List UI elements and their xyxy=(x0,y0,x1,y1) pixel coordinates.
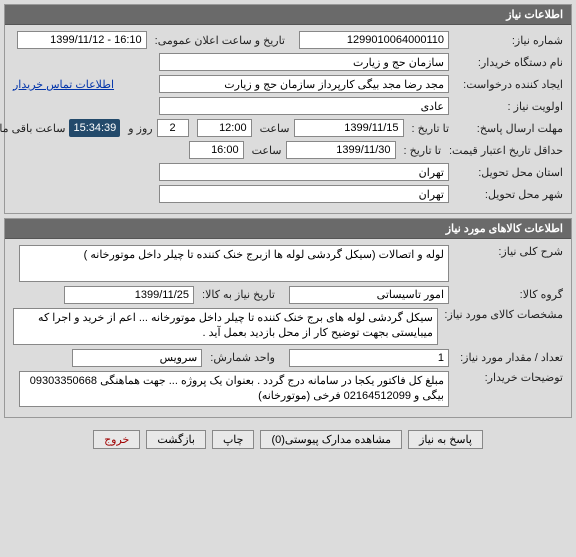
need-no-label: شماره نیاز: xyxy=(453,34,563,47)
creator-label: ایجاد کننده درخواست: xyxy=(453,78,563,91)
org-field[interactable] xyxy=(159,53,449,71)
deadline-sub: تا تاریخ : xyxy=(408,122,449,135)
days-label: روز و xyxy=(124,122,152,135)
unit-field[interactable] xyxy=(72,349,202,367)
qty-label: تعداد / مقدار مورد نیاز: xyxy=(453,351,563,364)
print-button[interactable]: چاپ xyxy=(212,430,255,449)
req-date-field[interactable] xyxy=(64,286,194,304)
need-no-field[interactable] xyxy=(299,31,449,49)
countdown-after: ساعت باقی مانده xyxy=(0,122,65,135)
attachments-button[interactable]: مشاهده مدارک پیوستی(0) xyxy=(260,430,402,449)
province-label: استان محل تحویل: xyxy=(453,166,563,179)
main-desc-label: شرح کلی نیاز: xyxy=(453,245,563,258)
req-date-label: تاریخ نیاز به کالا: xyxy=(198,288,275,301)
group-label: گروه کالا: xyxy=(453,288,563,301)
back-button[interactable]: بازگشت xyxy=(146,430,206,449)
goods-info-header: اطلاعات کالاهای مورد نیاز xyxy=(5,219,571,239)
days-field[interactable] xyxy=(157,119,189,137)
org-label: نام دستگاه خریدار: xyxy=(453,56,563,69)
validity-label: حداقل تاریخ اعتبار قیمت: xyxy=(445,144,563,157)
deadline-label: مهلت ارسال پاسخ: xyxy=(453,122,563,135)
city-field[interactable] xyxy=(159,185,449,203)
deadline-date-field[interactable] xyxy=(294,119,404,137)
goods-info-panel: اطلاعات کالاهای مورد نیاز شرح کلی نیاز: … xyxy=(4,218,572,418)
hour-label-1: ساعت xyxy=(256,122,290,135)
city-label: شهر محل تحویل: xyxy=(453,188,563,201)
item-desc-label: مشخصات کالای مورد نیاز: xyxy=(442,308,563,321)
reply-button[interactable]: پاسخ به نیاز xyxy=(408,430,483,449)
button-row: پاسخ به نیاز مشاهده مدارک پیوستی(0) چاپ … xyxy=(0,422,576,453)
priority-label: اولویت نیاز : xyxy=(453,100,563,113)
buyer-notes-field[interactable] xyxy=(19,371,449,408)
deadline-time-field[interactable] xyxy=(197,119,252,137)
announce-field[interactable] xyxy=(17,31,147,49)
validity-time-field[interactable] xyxy=(189,141,244,159)
item-desc-field[interactable] xyxy=(13,308,438,345)
hour-label-2: ساعت xyxy=(248,144,282,157)
main-desc-field[interactable] xyxy=(19,245,449,282)
need-info-header: اطلاعات نیاز xyxy=(5,5,571,25)
creator-field[interactable] xyxy=(159,75,449,93)
validity-date-field[interactable] xyxy=(286,141,396,159)
validity-sub: تا تاریخ : xyxy=(400,144,441,157)
countdown-timer: 15:34:39 xyxy=(69,119,120,137)
unit-label: واحد شمارش: xyxy=(206,351,275,364)
buyer-contact-link[interactable]: اطلاعات تماس خریدار xyxy=(13,78,114,91)
need-info-panel: اطلاعات نیاز شماره نیاز: تاریخ و ساعت اع… xyxy=(4,4,572,214)
group-field[interactable] xyxy=(289,286,449,304)
exit-button[interactable]: خروج xyxy=(93,430,140,449)
province-field[interactable] xyxy=(159,163,449,181)
qty-field[interactable] xyxy=(289,349,449,367)
announce-label: تاریخ و ساعت اعلان عمومی: xyxy=(151,34,285,47)
priority-field[interactable] xyxy=(159,97,449,115)
buyer-notes-label: توضیحات خریدار: xyxy=(453,371,563,384)
